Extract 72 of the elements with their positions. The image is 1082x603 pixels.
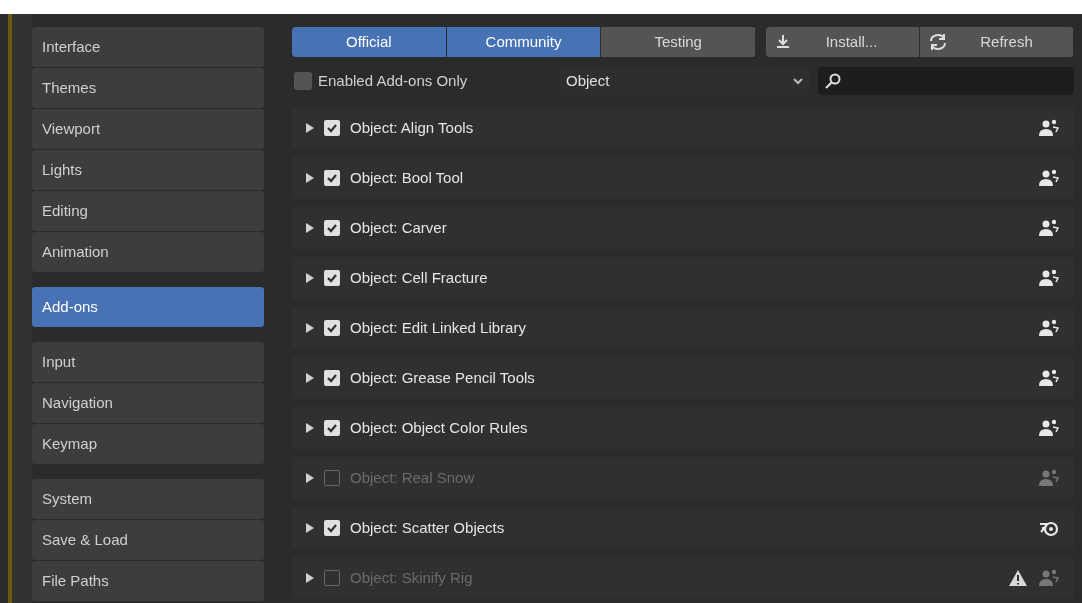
people-icon <box>1038 268 1060 288</box>
checkbox[interactable] <box>324 420 340 436</box>
addon-name: Object: Align Tools <box>350 117 475 138</box>
search-icon <box>824 72 842 90</box>
addon-name: Object: Object Color Rules <box>350 417 529 438</box>
download-icon <box>774 33 792 51</box>
addon-name: Object: Carver <box>350 217 448 238</box>
addon-row[interactable]: Object: Grease Pencil Tools <box>292 357 1074 399</box>
people-icon <box>1038 368 1060 388</box>
sidebar-item[interactable]: Add-ons <box>32 287 264 327</box>
checkbox[interactable] <box>324 520 340 536</box>
search-field[interactable] <box>818 67 1074 95</box>
checkbox[interactable] <box>324 370 340 386</box>
sidebar-item[interactable]: Input <box>32 342 264 382</box>
chevron-down-icon <box>792 76 804 86</box>
addon-name: Object: Skinify Rig <box>350 567 474 588</box>
expand-triangle-icon[interactable] <box>306 123 314 133</box>
people-icon <box>1038 318 1060 338</box>
expand-triangle-icon[interactable] <box>306 373 314 383</box>
people-icon <box>1038 118 1060 138</box>
checkbox[interactable] <box>324 320 340 336</box>
addon-name: Object: Grease Pencil Tools <box>350 367 536 388</box>
sidebar-item[interactable]: System <box>32 479 264 519</box>
addon-name: Object: Bool Tool <box>350 167 465 188</box>
sidebar-item[interactable]: Animation <box>32 232 264 272</box>
addon-name: Object: Edit Linked Library <box>350 317 527 338</box>
refresh-button[interactable]: Refresh <box>920 27 1074 57</box>
refresh-icon <box>928 32 948 52</box>
addon-row[interactable]: Object: Edit Linked Library <box>292 307 1074 349</box>
people-icon <box>1038 568 1060 588</box>
people-icon <box>1038 418 1060 438</box>
checkbox[interactable] <box>324 270 340 286</box>
sidebar-item[interactable]: Themes <box>32 68 264 108</box>
people-icon <box>1038 168 1060 188</box>
expand-triangle-icon[interactable] <box>306 323 314 333</box>
addon-name: Object: Scatter Objects <box>350 517 506 538</box>
sidebar-item[interactable]: Navigation <box>32 383 264 423</box>
sidebar-item[interactable]: Viewport <box>32 109 264 149</box>
sidebar-item[interactable]: Editing <box>32 191 264 231</box>
people-icon <box>1038 218 1060 238</box>
addon-row[interactable]: Object: Bool Tool <box>292 157 1074 199</box>
expand-triangle-icon[interactable] <box>306 273 314 283</box>
addon-row[interactable]: Object: Scatter Objects <box>292 507 1074 549</box>
support-tab[interactable]: Community <box>446 27 602 57</box>
sidebar-item[interactable]: Interface <box>32 27 264 67</box>
checkbox[interactable] <box>324 220 340 236</box>
sidebar-item[interactable]: Lights <box>32 150 264 190</box>
addon-row[interactable]: Object: Carver <box>292 207 1074 249</box>
checkbox-label: Enabled Add-ons Only <box>318 70 468 91</box>
checkbox[interactable] <box>324 170 340 186</box>
support-tab[interactable]: Testing <box>601 27 756 57</box>
expand-triangle-icon[interactable] <box>306 173 314 183</box>
sidebar-item[interactable]: Keymap <box>32 424 264 464</box>
sidebar-item[interactable]: File Paths <box>32 561 264 601</box>
install-button[interactable]: Install... <box>766 27 920 57</box>
checkbox[interactable] <box>294 72 312 90</box>
people-icon <box>1038 468 1060 488</box>
checkbox[interactable] <box>324 570 340 586</box>
sidebar-item[interactable]: Save & Load <box>32 520 264 560</box>
addon-row[interactable]: Object: Cell Fracture <box>292 257 1074 299</box>
addon-name: Object: Cell Fracture <box>350 267 489 288</box>
expand-triangle-icon[interactable] <box>306 223 314 233</box>
expand-triangle-icon[interactable] <box>306 573 314 583</box>
checkbox[interactable] <box>324 120 340 136</box>
checkbox[interactable] <box>324 470 340 486</box>
support-tab[interactable]: Official <box>292 27 447 57</box>
expand-triangle-icon[interactable] <box>306 473 314 483</box>
expand-triangle-icon[interactable] <box>306 423 314 433</box>
addon-name: Object: Real Snow <box>350 467 476 488</box>
addon-row[interactable]: Object: Align Tools <box>292 107 1074 149</box>
addon-row[interactable]: Object: Object Color Rules <box>292 407 1074 449</box>
expand-triangle-icon[interactable] <box>306 523 314 533</box>
